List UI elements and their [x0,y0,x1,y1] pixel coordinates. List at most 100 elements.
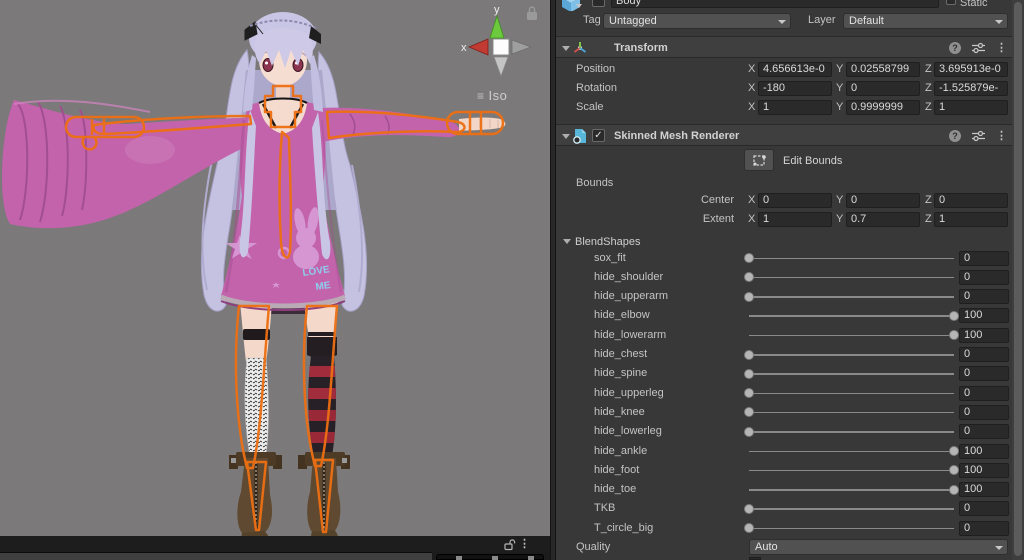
skinned-mesh-renderer-header[interactable]: ✓ Skinned Mesh Renderer ? ⋮ [556,124,1012,146]
blendshape-slider[interactable] [749,251,954,266]
slider-knob[interactable] [744,407,754,417]
panel-menu-icon[interactable]: ⋮ [519,537,530,550]
x-value-field[interactable]: -180 [758,81,832,96]
blendshape-slider[interactable] [749,405,954,420]
presets-icon[interactable] [971,130,986,142]
transform-title: Transform [614,42,668,54]
blendshape-slider[interactable] [749,289,954,304]
slider-track [749,277,954,279]
x-value-field[interactable]: 4.656613e-0 [758,62,832,77]
y-value-field[interactable]: 0 [846,81,920,96]
blendshape-value-field[interactable]: 100 [959,482,1009,497]
help-icon[interactable]: ? [949,42,961,54]
gameobject-name-field[interactable]: Body [611,0,939,8]
blendshape-value-field[interactable]: 0 [959,405,1009,420]
z-value-field[interactable]: -1.525879e- [934,81,1008,96]
blendshape-label: hide_toe [594,483,744,495]
presets-icon[interactable] [971,42,986,54]
blendshape-value-field[interactable]: 100 [959,328,1009,343]
blendshape-value-field[interactable]: 0 [959,347,1009,362]
z-value-field[interactable]: 1 [934,212,1008,227]
slider-track [749,489,954,491]
y-value-field[interactable]: 0 [846,193,920,208]
quality-label: Quality [576,541,610,553]
gizmo-projection-toggle[interactable]: ≡Iso [477,88,507,103]
slider-knob[interactable] [744,292,754,302]
blendshape-value-field[interactable]: 100 [959,444,1009,459]
blendshape-value-field[interactable]: 0 [959,501,1009,516]
scene-view[interactable]: LOVE ME [0,0,550,536]
slider-knob[interactable] [949,465,959,475]
slider-knob[interactable] [949,485,959,495]
y-value-field[interactable]: 0.02558799 [846,62,920,77]
blendshape-slider[interactable] [749,308,954,323]
blendshape-value-field[interactable]: 0 [959,386,1009,401]
toolbar-icon[interactable] [528,556,534,560]
smr-foldout-arrow[interactable] [562,134,570,139]
blendshape-slider[interactable] [749,386,954,401]
transform-header[interactable]: Transform ? ⋮ [556,36,1012,58]
blendshape-value-field[interactable]: 0 [959,366,1009,381]
slider-knob[interactable] [744,504,754,514]
smr-enabled-checkbox[interactable]: ✓ [592,129,605,142]
gameobject-active-checkbox[interactable] [592,0,605,7]
static-checkbox[interactable] [946,0,956,5]
slider-knob[interactable] [949,311,959,321]
blendshape-value-field[interactable]: 100 [959,308,1009,323]
help-icon[interactable]: ? [949,130,961,142]
blendshape-slider[interactable] [749,444,954,459]
row-label: Scale [576,101,736,113]
prefab-dropdown-arrow[interactable] [576,4,582,8]
blendshape-slider[interactable] [749,328,954,343]
blendshape-value-field[interactable]: 0 [959,289,1009,304]
y-value-field[interactable]: 0.7 [846,212,920,227]
blendshape-slider[interactable] [749,270,954,285]
slider-knob[interactable] [744,523,754,533]
x-value-field[interactable]: 1 [758,212,832,227]
slider-knob[interactable] [744,272,754,282]
x-value-field[interactable]: 1 [758,100,832,115]
blendshape-value-field[interactable]: 100 [959,463,1009,478]
toolbar-icon[interactable] [492,556,498,560]
blendshape-slider[interactable] [749,366,954,381]
blendshape-slider[interactable] [749,347,954,362]
z-value-field[interactable]: 0 [934,193,1008,208]
blendshape-slider[interactable] [749,424,954,439]
slider-knob[interactable] [744,388,754,398]
z-value-field[interactable]: 3.695913e-0 [934,62,1008,77]
kebab-menu-icon[interactable]: ⋮ [996,129,1007,142]
slider-knob[interactable] [744,369,754,379]
y-value-field[interactable]: 0.9999999 [846,100,920,115]
slider-track [749,528,954,530]
slider-knob[interactable] [744,253,754,263]
blendshape-slider[interactable] [749,463,954,478]
axis-y-label: Y [836,63,843,75]
kebab-menu-icon[interactable]: ⋮ [996,41,1007,54]
unlock-icon[interactable] [503,538,516,551]
slider-knob[interactable] [744,350,754,360]
slider-knob[interactable] [949,446,959,456]
slider-knob[interactable] [949,330,959,340]
quality-dropdown[interactable]: Auto [749,539,1008,555]
transform-foldout-arrow[interactable] [562,46,570,51]
layer-dropdown[interactable]: Default [843,13,1008,29]
blendshape-value-field[interactable]: 0 [959,424,1009,439]
slider-knob[interactable] [744,427,754,437]
blendshape-slider[interactable] [749,521,954,536]
row-label: Position [576,63,736,75]
blendshape-slider[interactable] [749,501,954,516]
edit-bounds-button[interactable] [744,149,774,171]
tag-dropdown[interactable]: Untagged [603,13,791,29]
axis-y-label: Y [836,213,843,225]
blendshape-value-field[interactable]: 0 [959,270,1009,285]
z-value-field[interactable]: 1 [934,100,1008,115]
blendshape-slider[interactable] [749,482,954,497]
blendshape-value-field[interactable]: 0 [959,251,1009,266]
blendshapes-foldout-arrow[interactable] [563,239,571,244]
x-value-field[interactable]: 0 [758,193,832,208]
slider-track [749,296,954,298]
scrollbar-thumb[interactable] [1014,2,1022,556]
toolbar-icon[interactable] [456,556,462,560]
blendshape-value-field[interactable]: 0 [959,521,1009,536]
blendshape-label: hide_upperarm [594,290,744,302]
